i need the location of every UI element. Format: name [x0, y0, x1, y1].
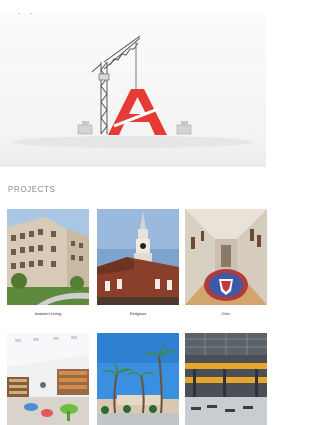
project-tile-warehouse[interactable]	[185, 333, 267, 425]
hero-banner	[0, 14, 266, 167]
project-tile-assisted-living[interactable]: Assisted Living	[7, 209, 89, 316]
projects-heading: PROJECTS	[8, 185, 56, 194]
project-tile-library[interactable]	[7, 333, 89, 425]
project-caption[interactable]: Religious	[97, 311, 179, 316]
crane-letter-a-icon	[13, 35, 253, 148]
church-steeple-photo-icon[interactable]	[97, 209, 179, 305]
project-caption[interactable]: Civic	[185, 311, 267, 316]
project-caption[interactable]: Assisted Living	[7, 311, 89, 316]
apartment-building-photo-icon[interactable]	[7, 209, 89, 305]
project-tile-religious[interactable]: Religious	[97, 209, 179, 316]
library-interior-photo-icon[interactable]	[7, 333, 89, 425]
hallway-seal-photo-icon[interactable]	[185, 209, 267, 305]
brand-logo-icon[interactable]	[13, 6, 39, 19]
project-tile-civic[interactable]: Civic	[185, 209, 267, 316]
palm-trees-building-photo-icon[interactable]	[97, 333, 179, 425]
project-tile-palms[interactable]	[97, 333, 179, 425]
warehouse-interior-photo-icon[interactable]	[185, 333, 267, 425]
top-bar	[0, 0, 266, 19]
